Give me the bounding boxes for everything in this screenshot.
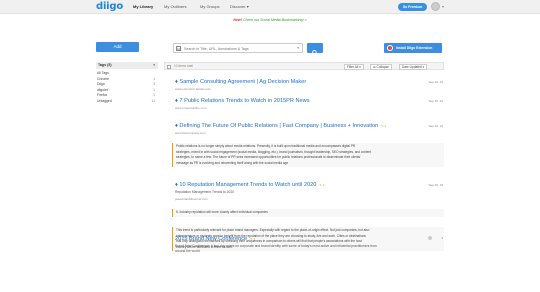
tab-discover-label: Discover <box>230 4 246 9</box>
item-url[interactable]: placebrandobserver.com <box>175 197 208 201</box>
list-item: ♦ 7 Public Relations Trends to Watch in … <box>164 98 444 112</box>
announcement-banner: New! Check out Social Media Bookmarking!… <box>0 18 540 22</box>
item-description: Brand New Conference: A two-day event on… <box>175 244 377 248</box>
tag-name: Diigo <box>97 82 105 86</box>
items-count: 10 items total <box>174 64 193 68</box>
list-item: 2015 Brand New Conference ✎ 1 ▾ Brand New… <box>164 236 444 256</box>
item-title-link[interactable]: ♦ 7 Public Relations Trends to Watch in … <box>175 98 310 104</box>
tag-name: Chrome <box>97 76 110 81</box>
list-item: ♦ Sample Consulting Agreement | Ag Decis… <box>164 79 444 93</box>
add-button[interactable]: Add <box>96 42 139 52</box>
item-url[interactable]: www.prnewsonline.com <box>175 106 206 110</box>
item-date: Sep 20, 15 <box>428 183 443 187</box>
top-navigation-bar: diigo My Library My Outliners My Groups … <box>0 0 540 14</box>
item-title: 10 Reputation Management Trends to Watch… <box>179 182 317 188</box>
item-title: 7 Public Relations Trends to Watch in 20… <box>179 98 310 104</box>
search-icon <box>312 50 318 56</box>
tab-my-outliners[interactable]: My Outliners <box>164 4 186 9</box>
list-item: ♦ Defining The Future Of Public Relation… <box>164 123 444 169</box>
announcement-link[interactable]: Check out Social Media Bookmarking! » <box>243 18 307 22</box>
note-line: 6. Industry reputation will more closely… <box>176 210 268 214</box>
annotation-badge: ✎ 1 <box>381 124 387 128</box>
filter-button[interactable]: Filter All ▾ <box>344 64 364 70</box>
tag-name: Untagged <box>97 98 112 103</box>
search-input[interactable] <box>184 45 294 52</box>
item-url[interactable]: www.fastcompany.com <box>175 131 205 135</box>
tag-untagged[interactable]: Untagged 11 <box>96 99 158 105</box>
chevron-down-icon[interactable]: ▾ <box>442 4 444 9</box>
tag-name: Firefox <box>97 93 108 97</box>
select-all-checkbox[interactable] <box>167 64 171 69</box>
avatar[interactable] <box>431 2 440 11</box>
note-line: message as PR is evolving and reinventin… <box>176 160 289 165</box>
tag-count: 11 <box>151 98 155 103</box>
item-date: Sep 20, 15 <box>428 80 443 84</box>
tags-header[interactable]: Tags (5) ▾ <box>96 62 158 69</box>
tag-name: diigolet <box>97 87 108 92</box>
tab-discover[interactable]: Discover ▾ <box>230 4 249 9</box>
library-list: 10 items total Filter All ▾ ⊞ Collapse D… <box>164 62 444 253</box>
item-title: Defining The Future Of Public Relations … <box>179 123 379 129</box>
item-title-link[interactable]: ♦ Defining The Future Of Public Relation… <box>175 123 386 129</box>
item-subtitle: Reputation Management Trends to 2020 <box>175 190 235 194</box>
collapse-button[interactable]: ⊞ Collapse <box>370 64 392 70</box>
chevron-down-icon[interactable]: ▾ <box>441 236 443 240</box>
annotation-badge: ✎ 1 <box>250 237 256 241</box>
install-extension-label: Install Diigo Extension <box>396 46 433 50</box>
list-toolbar: 10 items total Filter All ▾ ⊞ Collapse D… <box>164 62 444 70</box>
item-title-link[interactable]: ♦ 10 Reputation Management Trends to Wat… <box>175 182 324 188</box>
diigo-logo[interactable]: diigo <box>96 1 123 12</box>
tags-sidebar: Tags (5) ▾ All Tags Chrome 1 Diigo 3 diigo… <box>96 62 158 104</box>
item-url[interactable]: www.extension.iastate.edu <box>175 87 211 91</box>
tag-name: All Tags <box>97 71 109 75</box>
item-title: Sample Consulting Agreement | Ag Decisio… <box>179 79 307 85</box>
tab-my-groups[interactable]: My Groups <box>200 4 220 9</box>
search-box: bd ▾ <box>173 43 303 53</box>
highlight-note: 6. Industry reputation will more closely… <box>172 209 444 217</box>
item-date: Sep 20, 15 <box>428 124 443 128</box>
chrome-icon <box>387 45 393 51</box>
item-date: Sep 20, 15 <box>428 99 443 103</box>
new-label: New! <box>233 18 242 22</box>
tags-title: Tags (5) <box>98 63 112 67</box>
item-title-link[interactable]: ♦ Sample Consulting Agreement | Ag Decis… <box>175 79 306 85</box>
go-premium-button[interactable]: Go Premium <box>398 3 427 11</box>
install-extension-button[interactable]: Install Diigo Extension <box>384 43 442 53</box>
tab-my-library[interactable]: My Library <box>133 4 153 9</box>
item-title-link[interactable]: 2015 Brand New Conference ✎ 1 <box>175 236 255 242</box>
chevron-down-icon[interactable]: ▾ <box>297 46 299 50</box>
avatar[interactable] <box>428 236 432 240</box>
search-button[interactable] <box>307 43 323 56</box>
chevron-down-icon[interactable]: ▾ <box>153 62 155 69</box>
chevron-down-icon: ▾ <box>246 4 249 9</box>
annotation-badge: ✎ 2 <box>319 183 325 187</box>
item-title: 2015 Brand New Conference <box>175 236 248 242</box>
highlight-note: Public relations is no longer simply abo… <box>172 143 444 168</box>
sort-date-button[interactable]: Date Updated ▾ <box>399 64 428 70</box>
search-logo-icon: bd <box>176 46 181 51</box>
item-description-cont: around the world. <box>175 249 201 253</box>
